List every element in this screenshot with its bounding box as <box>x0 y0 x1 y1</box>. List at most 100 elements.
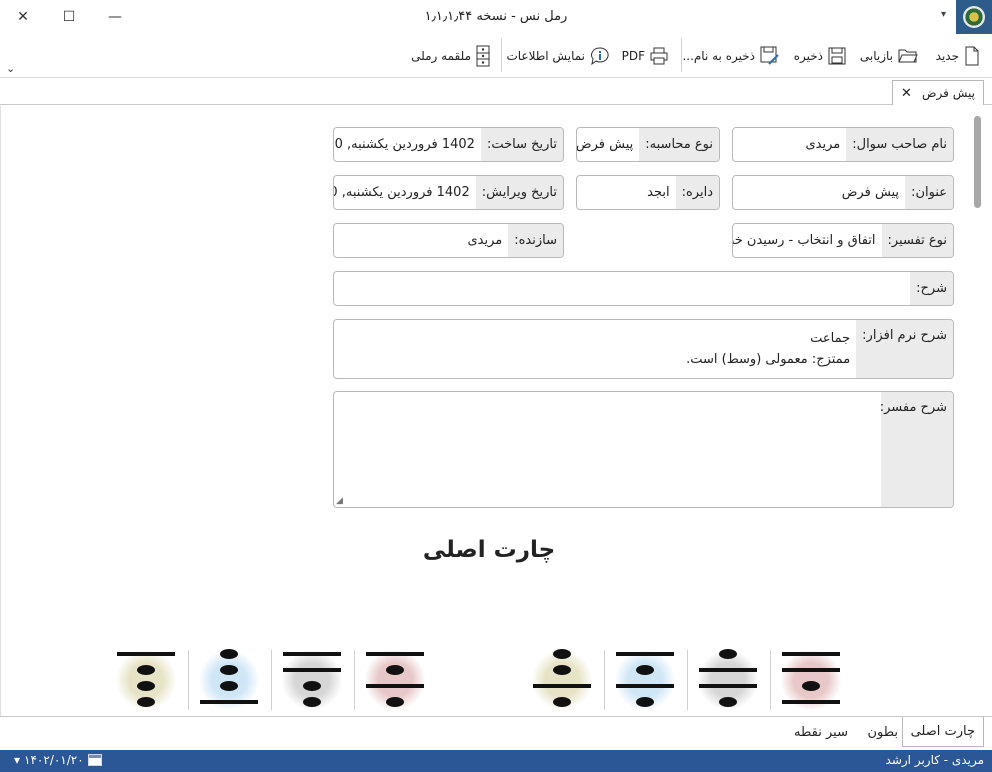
figure-line <box>366 684 424 688</box>
figure-row <box>114 678 178 694</box>
ribbon-collapse-icon[interactable]: ⌄ <box>6 62 15 75</box>
figure-row <box>280 662 344 678</box>
ramli-button[interactable]: ملقمه رملی <box>411 45 490 67</box>
scrollbar-thumb[interactable] <box>974 116 981 208</box>
figure-dot <box>719 649 737 659</box>
bottom-tab-strip: چارت اصلی بطون سیر نقطه <box>0 716 992 750</box>
calc-type-value[interactable]: پیش فرض <box>577 128 639 161</box>
figure-row <box>613 662 677 678</box>
figure-row <box>530 646 594 662</box>
geomantic-figure[interactable] <box>280 646 344 710</box>
figure-row <box>779 678 843 694</box>
geomantic-figure[interactable] <box>114 646 178 710</box>
app-logo-icon <box>963 6 985 28</box>
resize-grip-icon[interactable]: ◢ <box>336 496 343 506</box>
software-description-field[interactable]: شرح نرم افزار: جماعت ممتزج: معمولی (وسط)… <box>333 319 954 379</box>
ribbon-separator <box>501 38 502 72</box>
interpretation-type-field[interactable]: نوع تفسیر: اتفاق و انتخاب - رسیدن خبر <box>732 223 954 258</box>
figure-dot <box>553 697 571 707</box>
owner-value[interactable]: مریدی <box>799 128 846 161</box>
description-value[interactable] <box>898 272 910 305</box>
figure-row <box>363 678 427 694</box>
close-tab-icon[interactable]: ✕ <box>901 86 912 101</box>
title-bar: ✕ ☐ — رمل نس - نسخه ۱٫۱٫۱٫۴۴ ▾ <box>0 0 992 34</box>
save-as-label: ذخیره به نام... <box>682 49 755 63</box>
title-field[interactable]: عنوان: پیش فرض <box>732 175 954 210</box>
figure-separator <box>687 650 688 710</box>
tab-main-chart[interactable]: چارت اصلی <box>901 717 984 747</box>
print-pdf-button[interactable]: PDF <box>622 45 668 67</box>
new-label: جدید <box>935 49 959 63</box>
status-date[interactable]: ۱۴۰۲/۰۱/۲۰ ▾ <box>14 753 102 767</box>
description-field[interactable]: شرح: <box>333 271 954 306</box>
maker-value[interactable]: مریدی <box>461 224 508 257</box>
geomantic-figure[interactable] <box>363 646 427 710</box>
document-tab[interactable]: پیش فرض ✕ <box>892 80 984 105</box>
figure-separator <box>271 650 272 710</box>
edited-date-value[interactable]: 1402 فروردین یکشنبه, 20 <box>334 176 476 209</box>
interpreter-description-field[interactable]: شرح مفسر: ◢ <box>333 391 954 508</box>
figure-line <box>117 652 175 656</box>
tab-batun[interactable]: بطون <box>859 717 906 747</box>
figure-row <box>114 646 178 662</box>
circle-field[interactable]: دایره: ابجد <box>576 175 720 210</box>
figure-row <box>363 646 427 662</box>
figure-dot <box>137 665 155 675</box>
save-button[interactable]: ذخیره <box>794 45 846 67</box>
software-description-value[interactable]: جماعت ممتزج: معمولی (وسط) است. <box>680 320 856 378</box>
chart-title: چارت اصلی <box>422 537 556 563</box>
created-date-field[interactable]: تاریخ ساخت: 1402 فروردین یکشنبه, 20 <box>333 127 564 162</box>
status-bar: مریدی - کاربر ارشد ۱۴۰۲/۰۱/۲۰ ▾ <box>0 750 992 772</box>
software-description-label: شرح نرم افزار: <box>856 320 953 378</box>
figure-row <box>363 662 427 678</box>
figure-row <box>280 646 344 662</box>
open-button[interactable]: بازیابی <box>860 45 918 67</box>
calc-type-field[interactable]: نوع محاسبه: پیش فرض <box>576 127 720 162</box>
folder-open-icon <box>898 49 918 63</box>
figure-dot <box>137 681 155 691</box>
circle-value[interactable]: ابجد <box>641 176 675 209</box>
quick-access-menu-icon[interactable]: ▾ <box>941 9 946 20</box>
figure-dot <box>220 649 238 659</box>
created-date-label: تاریخ ساخت: <box>480 128 563 161</box>
figure-dot <box>386 697 404 707</box>
figure-dot <box>303 681 321 691</box>
figure-line <box>782 652 840 656</box>
owner-field[interactable]: نام صاحب سوال: مریدی <box>732 127 954 162</box>
show-info-button[interactable]: نمایش اطلاعات <box>506 45 610 67</box>
figure-row <box>363 694 427 710</box>
figure-row <box>280 678 344 694</box>
app-logo[interactable] <box>956 0 992 34</box>
figure-separator <box>354 650 355 710</box>
interpreter-description-label: شرح مفسر: <box>880 392 953 507</box>
geomantic-figure[interactable] <box>530 646 594 710</box>
figure-dot <box>802 681 820 691</box>
maker-field[interactable]: سازنده: مریدی <box>333 223 564 258</box>
save-as-button[interactable]: ذخیره به نام... <box>682 45 780 67</box>
interpreter-description-value[interactable] <box>869 392 881 507</box>
geomantic-figure[interactable] <box>613 646 677 710</box>
tab-point-path[interactable]: سیر نقطه <box>786 717 856 747</box>
figure-dot <box>220 665 238 675</box>
geomantic-figure[interactable] <box>696 646 760 710</box>
figure-row <box>197 694 261 710</box>
figure-dot <box>636 665 654 675</box>
figure-line <box>782 700 840 704</box>
edited-date-field[interactable]: تاریخ ویرایش: 1402 فروردین یکشنبه, 20 <box>333 175 564 210</box>
created-date-value[interactable]: 1402 فروردین یکشنبه, 20 <box>334 128 481 161</box>
ribbon-separator <box>681 38 682 72</box>
interpretation-type-value[interactable]: اتفاق و انتخاب - رسیدن خبر <box>733 224 882 257</box>
software-description-line: ممتزج: معمولی (وسط) است. <box>686 352 851 367</box>
save-label: ذخیره <box>793 49 823 63</box>
geomantic-figure[interactable] <box>197 646 261 710</box>
figure-row <box>197 678 261 694</box>
figure-line <box>283 668 341 672</box>
new-button[interactable]: جدید <box>936 45 980 67</box>
edited-date-label: تاریخ ویرایش: <box>475 176 563 209</box>
geomantic-figure[interactable] <box>779 646 843 710</box>
figure-row <box>696 678 760 694</box>
printer-icon <box>650 47 668 65</box>
info-label: نمایش اطلاعات <box>506 49 585 63</box>
title-value[interactable]: پیش فرض <box>836 176 905 209</box>
maker-label: سازنده: <box>508 224 563 257</box>
